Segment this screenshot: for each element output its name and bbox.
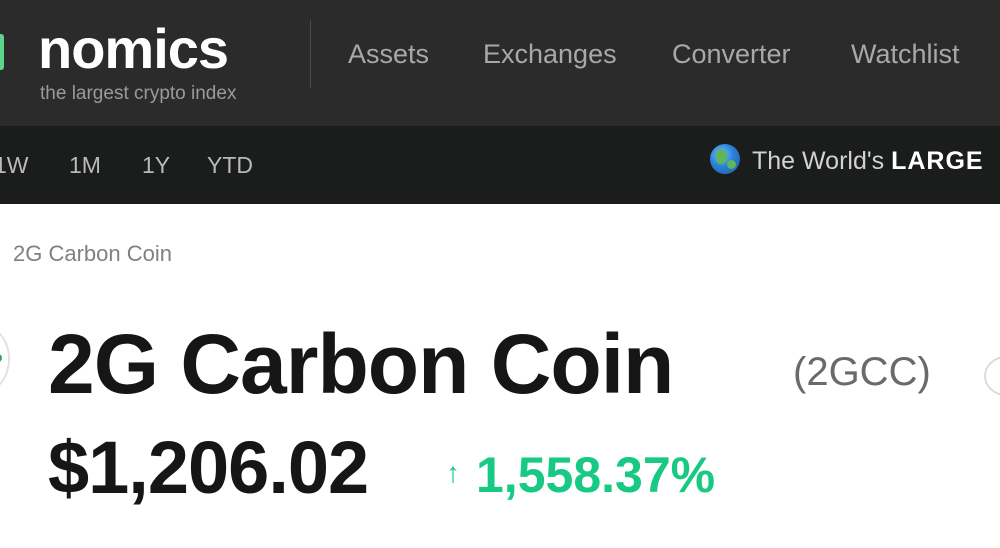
logo-mark-icon	[0, 34, 4, 70]
breadcrumb[interactable]: 2G Carbon Coin	[13, 240, 172, 268]
header-divider	[310, 20, 311, 88]
globe-icon	[710, 144, 740, 174]
price-change: 1,558.37%	[476, 447, 716, 503]
ticker-prefix: The World's	[752, 147, 885, 175]
ticker-emphasis: LARGE	[891, 147, 984, 175]
logo[interactable]: nomics	[38, 14, 229, 84]
top-header: nomics the largest crypto index Assets E…	[0, 0, 1000, 126]
range-ytd[interactable]: YTD	[207, 150, 253, 180]
arrow-up-icon: ↑	[446, 457, 460, 488]
range-1m[interactable]: 1M	[69, 150, 101, 180]
nav-assets[interactable]: Assets	[348, 38, 429, 70]
page-title: 2G Carbon Coin	[48, 317, 674, 411]
logo-tagline: the largest crypto index	[40, 83, 237, 104]
page: nomics the largest crypto index Assets E…	[0, 0, 1000, 548]
nav-exchanges[interactable]: Exchanges	[483, 38, 617, 70]
coin-symbol: (2GCC)	[793, 350, 931, 394]
watchlist-toggle-button[interactable]	[984, 356, 1000, 396]
ticker-banner[interactable]: The World's LARGE	[710, 144, 984, 178]
nav-watchlist[interactable]: Watchlist	[851, 38, 960, 70]
coin-logo-icon	[0, 326, 10, 392]
range-1y[interactable]: 1Y	[142, 150, 170, 180]
nav-converter[interactable]: Converter	[672, 38, 791, 70]
range-1w[interactable]: 1W	[0, 150, 29, 180]
coin-price: $1,206.02	[48, 426, 369, 509]
